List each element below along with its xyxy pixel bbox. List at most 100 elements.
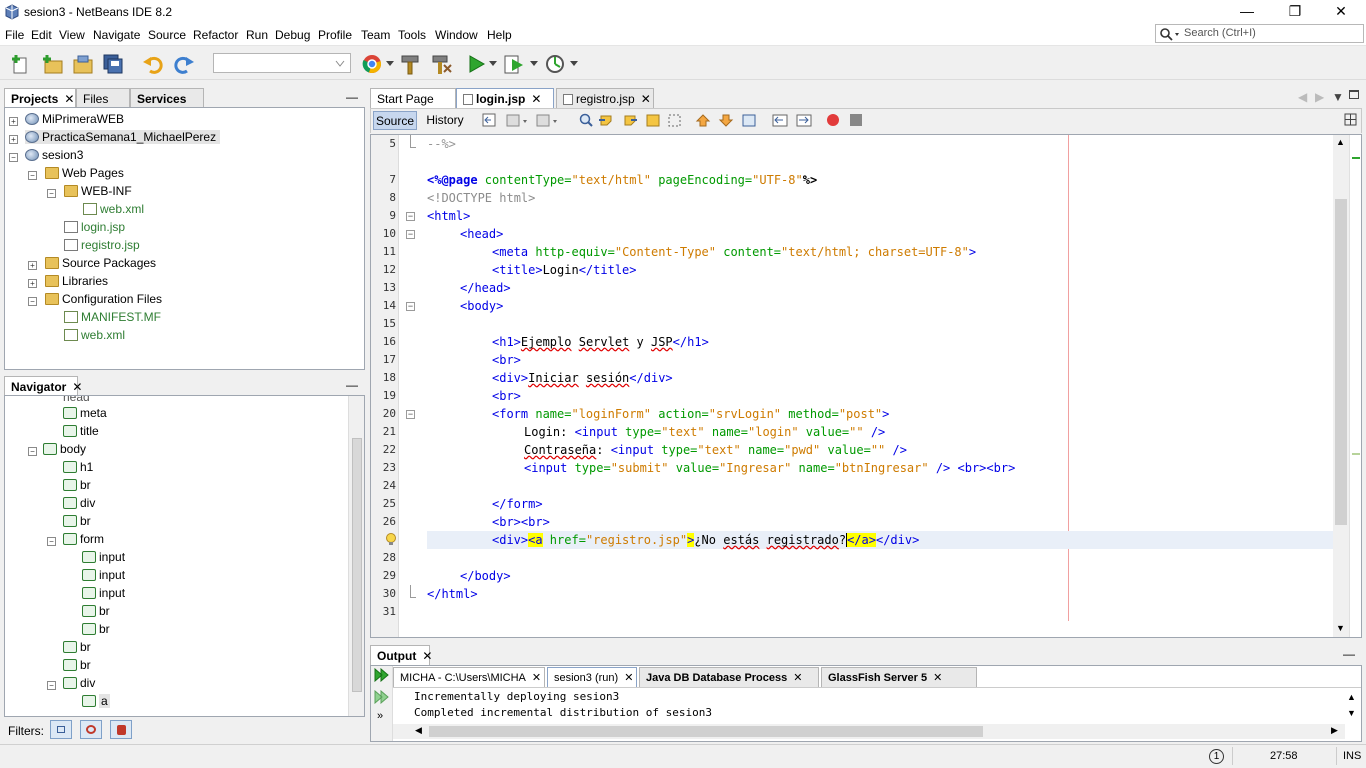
tab-navigator[interactable]: Navigator ✕ xyxy=(4,376,82,396)
tree-item-web-pages[interactable]: Web Pages xyxy=(45,166,124,180)
collapse-icon[interactable]: − xyxy=(47,189,56,198)
menu-file[interactable]: File xyxy=(5,28,24,42)
start-macro-recording-icon[interactable] xyxy=(826,113,842,129)
chevron-down-icon[interactable] xyxy=(570,61,578,67)
search-input[interactable]: Search (Ctrl+I) xyxy=(1155,24,1364,43)
nav-item-input[interactable]: input xyxy=(82,550,125,564)
scroll-left-icon[interactable]: ◀ xyxy=(1298,90,1307,104)
menu-team[interactable]: Team xyxy=(361,28,390,42)
debug-icon[interactable] xyxy=(503,53,525,75)
tab-registro-jsp[interactable]: registro.jsp ✕ xyxy=(556,88,654,108)
nav-item-input[interactable]: input xyxy=(82,586,125,600)
output-horizontal-scrollbar[interactable]: ◀ ▶ xyxy=(393,724,1345,739)
source-view-button[interactable]: Source xyxy=(373,111,417,130)
scroll-right-icon[interactable]: ▶ xyxy=(1315,90,1324,104)
tree-item-login-jsp[interactable]: login.jsp xyxy=(64,220,125,234)
menu-window[interactable]: Window xyxy=(435,28,478,42)
nav-item-h1[interactable]: h1 xyxy=(63,460,93,474)
minimize-panel-button[interactable]: — xyxy=(346,90,358,104)
stop-macro-recording-icon[interactable] xyxy=(849,113,865,129)
tab-files[interactable]: Files xyxy=(76,88,130,108)
tab-output[interactable]: Output ✕ xyxy=(370,645,432,665)
collapse-icon[interactable]: − xyxy=(47,681,56,690)
close-icon[interactable]: ✕ xyxy=(624,672,633,684)
new-file-icon[interactable] xyxy=(10,53,32,75)
expand-icon[interactable]: + xyxy=(28,261,37,270)
save-all-icon[interactable] xyxy=(102,53,124,75)
menu-navigate[interactable]: Navigate xyxy=(93,28,140,42)
history-view-button[interactable]: History xyxy=(421,111,469,130)
document-list-icon[interactable]: ▼ xyxy=(1332,90,1344,104)
expand-icon[interactable]: + xyxy=(9,135,18,144)
scroll-thumb[interactable] xyxy=(429,726,983,737)
nav-item-title[interactable]: title xyxy=(63,424,99,438)
maximize-button[interactable]: ❐ xyxy=(1272,0,1318,24)
menu-view[interactable]: View xyxy=(59,28,85,42)
nav-item-br[interactable]: br xyxy=(63,640,91,654)
chevron-down-icon[interactable] xyxy=(530,61,538,67)
notifications-badge[interactable]: 1 xyxy=(1209,749,1224,764)
scroll-left-icon[interactable]: ◀ xyxy=(415,725,422,736)
maximize-editor-icon[interactable] xyxy=(1349,90,1359,99)
menu-help[interactable]: Help xyxy=(487,28,512,42)
collapse-icon[interactable]: − xyxy=(28,171,37,180)
menu-source[interactable]: Source xyxy=(148,28,186,42)
scroll-thumb[interactable] xyxy=(352,438,362,692)
rerun-with-options-icon[interactable] xyxy=(374,690,390,704)
new-project-icon[interactable] xyxy=(42,53,64,75)
fold-toggle[interactable]: − xyxy=(406,410,415,419)
nav-item-input[interactable]: input xyxy=(82,568,125,582)
undo-icon[interactable] xyxy=(142,53,164,75)
scroll-thumb[interactable] xyxy=(1335,199,1347,525)
tab-login-jsp[interactable]: login.jsp ✕ xyxy=(456,88,554,108)
fold-toggle[interactable]: − xyxy=(406,230,415,239)
minimize-button[interactable]: — xyxy=(1224,0,1270,24)
fold-toggle[interactable]: − xyxy=(406,302,415,311)
clean-build-icon[interactable] xyxy=(430,53,452,75)
close-icon[interactable]: ✕ xyxy=(641,92,651,106)
nav-item-br[interactable]: br xyxy=(82,622,110,636)
tree-item-web-xml[interactable]: web.xml xyxy=(83,202,144,216)
tab-output-micha[interactable]: MICHA - C:\Users\MICHA ✕ xyxy=(393,667,545,687)
nav-item-body[interactable]: body xyxy=(43,442,86,456)
redo-icon[interactable] xyxy=(173,53,195,75)
expand-icon[interactable]: + xyxy=(28,279,37,288)
nav-item-br[interactable]: br xyxy=(63,514,91,528)
menu-debug[interactable]: Debug xyxy=(275,28,310,42)
tab-start-page[interactable]: Start Page xyxy=(370,88,456,108)
tree-item-configuration-files[interactable]: Configuration Files xyxy=(45,292,162,306)
collapse-icon[interactable]: − xyxy=(9,153,18,162)
nav-item-div[interactable]: div xyxy=(63,676,95,690)
open-project-icon[interactable] xyxy=(72,53,94,75)
configuration-select[interactable] xyxy=(213,53,351,73)
tree-item-manifest[interactable]: MANIFEST.MF xyxy=(64,310,161,324)
nav-item-head[interactable]: head xyxy=(63,396,90,404)
menu-profile[interactable]: Profile xyxy=(318,28,352,42)
fold-toggle[interactable]: − xyxy=(406,212,415,221)
tab-projects[interactable]: Projects ✕ xyxy=(4,88,76,108)
filter-inherited-toggle[interactable] xyxy=(80,720,102,739)
close-icon[interactable]: ✕ xyxy=(933,672,942,684)
nav-item-br[interactable]: br xyxy=(63,658,91,672)
chevron-down-icon[interactable] xyxy=(489,61,497,67)
expand-icon[interactable]: + xyxy=(9,117,18,126)
collapse-icon[interactable]: − xyxy=(28,297,37,306)
editor-vertical-scrollbar[interactable]: ▲ ▼ xyxy=(1333,135,1349,637)
build-hammer-icon[interactable] xyxy=(399,53,421,75)
nav-item-div[interactable]: div xyxy=(63,496,95,510)
collapse-icon[interactable]: − xyxy=(28,447,37,456)
nav-item-meta[interactable]: meta xyxy=(63,406,107,420)
scroll-down-icon[interactable]: ▼ xyxy=(1336,623,1345,633)
close-icon[interactable]: ✕ xyxy=(64,92,74,106)
tab-output-sesion3-run[interactable]: sesion3 (run) ✕ xyxy=(547,667,637,687)
tree-item-web-xml-config[interactable]: web.xml xyxy=(64,328,125,342)
nav-item-a[interactable]: a xyxy=(82,694,110,708)
filter-fields-toggle[interactable] xyxy=(50,720,72,739)
scroll-up-icon[interactable]: ▲ xyxy=(1336,137,1345,147)
menu-edit[interactable]: Edit xyxy=(31,28,52,42)
navigator-scrollbar[interactable] xyxy=(348,396,364,716)
minimize-panel-button[interactable]: — xyxy=(1343,647,1355,661)
editor-tool-icons[interactable] xyxy=(481,112,781,130)
close-icon[interactable]: ✕ xyxy=(793,672,802,684)
chevron-down-icon[interactable] xyxy=(386,61,394,67)
